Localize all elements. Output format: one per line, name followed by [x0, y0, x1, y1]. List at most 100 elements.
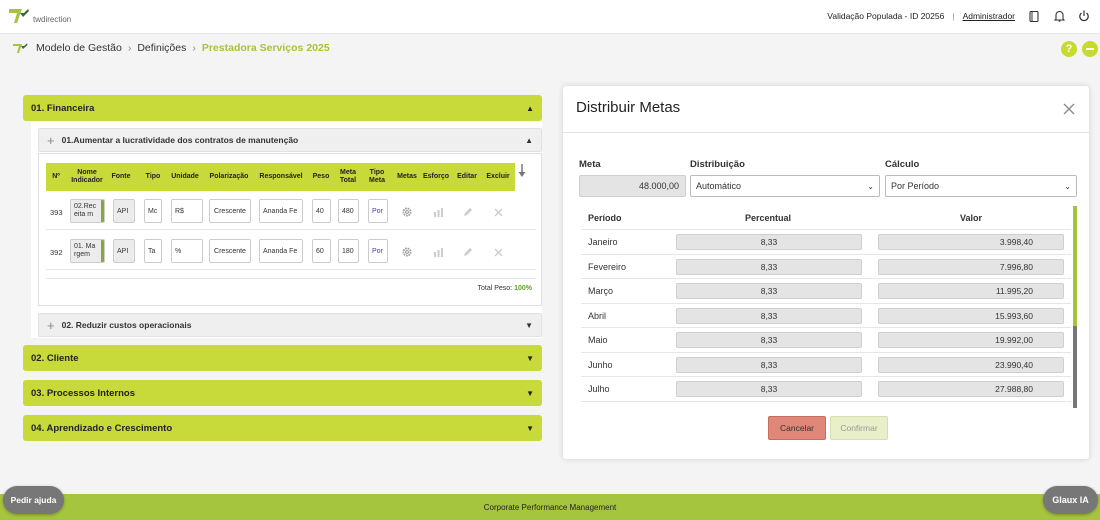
- section-aprendizado[interactable]: 04. Aprendizado e Crescimento ▼: [23, 415, 542, 441]
- polarization-field[interactable]: Crescente: [209, 239, 251, 263]
- total-weight: Total Peso: 100%: [478, 285, 533, 292]
- gear-icon[interactable]: [401, 246, 413, 258]
- meta-type-text: Por: [372, 207, 383, 215]
- unit-text: %: [175, 247, 182, 255]
- logo-small-icon: [13, 43, 28, 53]
- ai-assistant-button[interactable]: Glaux IA: [1043, 486, 1098, 514]
- plus-icon[interactable]: +: [47, 133, 55, 148]
- close-icon[interactable]: [492, 206, 504, 218]
- help-request-button[interactable]: Pedir ajuda: [3, 486, 64, 514]
- percent-field[interactable]: 8,33: [676, 381, 862, 397]
- collapse-button[interactable]: [1082, 41, 1098, 57]
- scrollbar-thumb[interactable]: [1073, 326, 1077, 408]
- weight-field[interactable]: 60: [312, 239, 331, 263]
- gear-icon[interactable]: [401, 206, 413, 218]
- section-financeira[interactable]: 01. Financeira ▲: [23, 95, 542, 121]
- unit-field[interactable]: R$: [171, 199, 203, 223]
- close-icon[interactable]: [1063, 103, 1075, 115]
- period-label: Julho: [588, 384, 610, 394]
- type-field[interactable]: Mc: [144, 199, 162, 223]
- total-weight-label: Total Peso:: [477, 285, 513, 292]
- top-bar: twdirection Validação Populada - ID 2025…: [0, 0, 1100, 34]
- distribute-goals-modal: Distribuir Metas Meta Distribuição Cálcu…: [563, 86, 1089, 459]
- period-label: Janeiro: [588, 237, 618, 247]
- type-field[interactable]: Ta: [144, 239, 162, 263]
- weight-text: 40: [316, 207, 324, 215]
- value-field[interactable]: 15.993,60: [878, 307, 1064, 324]
- grid-row: Julho 8,33 27.988,80: [581, 377, 1071, 402]
- col-header: Período: [588, 213, 622, 223]
- close-icon[interactable]: [492, 246, 504, 258]
- percent-field[interactable]: 8,33: [676, 258, 862, 275]
- meta-field[interactable]: 48.000,00: [579, 175, 686, 197]
- value-field[interactable]: 23.990,40: [878, 356, 1064, 373]
- distribution-label: Distribuição: [690, 159, 745, 170]
- distribution-select[interactable]: Automático ⌄: [690, 175, 880, 197]
- plus-icon[interactable]: +: [47, 318, 55, 333]
- book-icon[interactable]: [1028, 10, 1040, 22]
- divider: [563, 132, 1089, 133]
- meta-total-field[interactable]: 480: [338, 199, 359, 223]
- objective-header[interactable]: + 02. Reduzir custos operacionais ▼: [38, 313, 542, 337]
- breadcrumb-item-definicoes[interactable]: Definições: [137, 42, 186, 54]
- grid-row: Abril 8,33 15.993,60: [581, 304, 1071, 328]
- polarization-field[interactable]: Crescente: [209, 199, 251, 223]
- col-header: Metas: [397, 173, 417, 180]
- section-cliente[interactable]: 02. Cliente ▼: [23, 345, 542, 371]
- weight-field[interactable]: 40: [312, 199, 331, 223]
- meta-type-text: Por: [372, 247, 383, 255]
- calculation-value: Por Período: [891, 181, 940, 191]
- scrollbar[interactable]: [1073, 206, 1077, 408]
- cancel-button[interactable]: Cancelar: [768, 416, 826, 440]
- source-field[interactable]: API: [113, 239, 135, 263]
- meta-total-field[interactable]: 180: [338, 239, 359, 263]
- unit-field[interactable]: %: [171, 239, 203, 263]
- percent-field[interactable]: 8,33: [676, 307, 862, 324]
- grid-header: Período Percentual Valor: [581, 206, 1071, 230]
- pencil-icon[interactable]: [462, 206, 474, 218]
- value-field[interactable]: 11.995,20: [878, 283, 1064, 299]
- help-button[interactable]: ?: [1061, 41, 1077, 57]
- value-field[interactable]: 3.998,40: [878, 234, 1064, 250]
- objective-label: 02. Reduzir custos operacionais: [61, 320, 192, 330]
- grip-handle[interactable]: [101, 240, 104, 262]
- source-field[interactable]: API: [113, 199, 135, 223]
- indicator-name-field[interactable]: 02.Rec eita m: [70, 199, 105, 223]
- bar-chart-icon[interactable]: [432, 206, 444, 218]
- logo[interactable]: twdirection: [8, 7, 71, 24]
- percent-field[interactable]: 8,33: [676, 234, 862, 250]
- user-link[interactable]: Administrador: [963, 11, 1015, 21]
- breadcrumb-item-modelo[interactable]: Modelo de Gestão: [36, 42, 122, 54]
- col-header: Nº: [52, 173, 60, 180]
- sort-down-icon[interactable]: [518, 164, 526, 178]
- period-label: Abril: [588, 310, 607, 321]
- percent-field[interactable]: 8,33: [676, 356, 862, 373]
- value-field[interactable]: 19.992,00: [878, 332, 1064, 348]
- objective-header[interactable]: + 01.Aumentar a lucratividade dos contra…: [38, 128, 542, 152]
- section-processos[interactable]: 03. Processos Internos ▼: [23, 380, 542, 406]
- cell-number: 392: [50, 247, 63, 257]
- percent-field[interactable]: 8,33: [676, 332, 862, 348]
- percent-field[interactable]: 8,33: [676, 283, 862, 299]
- indicator-name-text: 02.Rec eita m: [74, 203, 97, 218]
- indicator-name-field[interactable]: 01. Ma rgem: [70, 239, 105, 263]
- value-field[interactable]: 7.996,80: [878, 258, 1064, 275]
- pencil-icon[interactable]: [462, 246, 474, 258]
- bell-icon[interactable]: [1053, 10, 1065, 22]
- modal-title: Distribuir Metas: [576, 99, 681, 116]
- power-icon[interactable]: [1078, 10, 1090, 22]
- calculation-select[interactable]: Por Período ⌄: [885, 175, 1077, 197]
- grip-handle[interactable]: [101, 200, 104, 222]
- meta-type-field[interactable]: Por: [368, 199, 388, 223]
- table-row: 392 01. Ma rgem API Ta % Crescente Anand…: [46, 234, 536, 270]
- confirm-button[interactable]: Confirmar: [830, 416, 888, 440]
- meta-type-field[interactable]: Por: [368, 239, 388, 263]
- responsible-field[interactable]: Ananda Fe: [259, 199, 303, 223]
- period-label: Junho: [588, 359, 613, 370]
- section-label: 03. Processos Internos: [31, 387, 136, 399]
- responsible-field[interactable]: Ananda Fe: [259, 239, 303, 263]
- bar-chart-icon[interactable]: [432, 246, 444, 258]
- value-field[interactable]: 27.988,80: [878, 381, 1064, 397]
- footer-text: Corporate Performance Management: [483, 502, 617, 512]
- distribution-value: Automático: [696, 181, 742, 191]
